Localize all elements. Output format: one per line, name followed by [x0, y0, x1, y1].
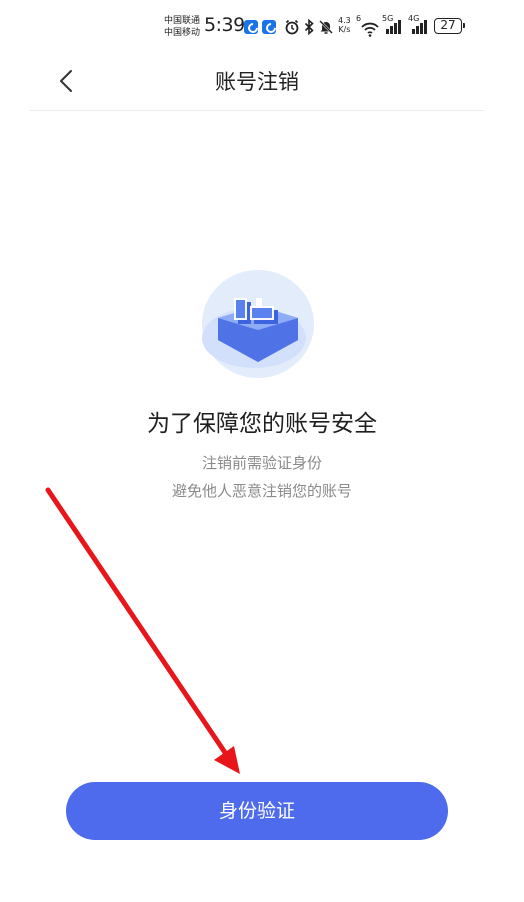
carrier-labels: 中国联通 中国移动: [164, 15, 200, 39]
identity-verify-button[interactable]: 身份验证: [66, 782, 448, 840]
wifi-icon: [361, 22, 379, 37]
signal-bars-2-icon: [412, 20, 430, 34]
security-heading: 为了保障您的账号安全: [147, 411, 377, 437]
security-description-2: 避免他人恶意注销您的账号: [171, 482, 352, 500]
bell-muted-icon: [319, 20, 333, 34]
carrier-2-label: 中国移动: [164, 28, 201, 38]
status-time: 5:39: [204, 14, 245, 36]
carrier-1-label: 中国联通: [164, 16, 201, 26]
shield-lock-illustration: [202, 270, 314, 378]
app-notification-icon-2: [262, 20, 276, 34]
status-bar: 中国联通 中国移动 5:39 4.3 K/s 6 5G 4G 27: [0, 0, 524, 52]
battery-indicator: 27: [434, 18, 465, 34]
security-description-1: 注销前需验证身份: [201, 454, 322, 472]
alarm-icon: [285, 19, 299, 35]
network-speed-unit: K/s: [338, 25, 351, 34]
annotation-arrow: [45, 487, 240, 774]
page-title: 账号注销: [215, 70, 299, 94]
nav-bar: 账号注销: [30, 52, 484, 111]
bluetooth-icon: [304, 19, 314, 35]
app-notification-icon: [244, 20, 258, 34]
signal-bars-1-icon: [386, 20, 404, 34]
network-speed-value: 4.3: [338, 16, 351, 25]
network-speed: 4.3 K/s: [338, 16, 351, 34]
account-cancellation-screen: 中国联通 中国移动 5:39 4.3 K/s 6 5G 4G 27 账号注销 为…: [0, 0, 524, 902]
